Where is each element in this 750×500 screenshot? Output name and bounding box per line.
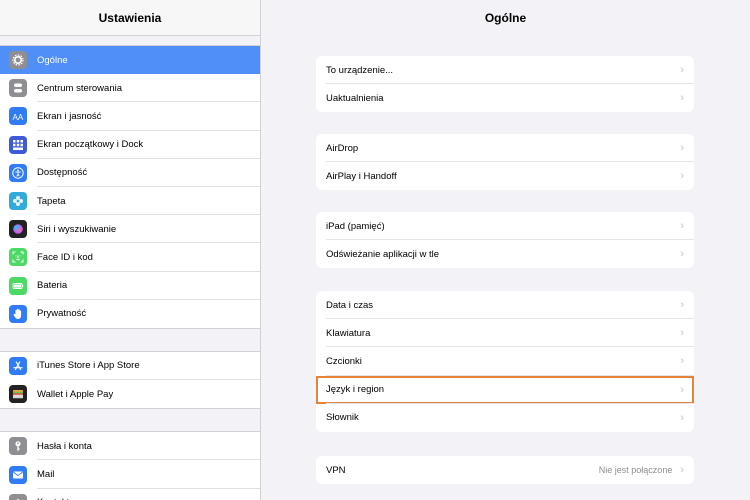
settings-row-jezyk-i-region[interactable]: Język i region › [316, 375, 694, 404]
chevron-right-icon: › [680, 220, 684, 233]
settings-row-czcionki[interactable]: Czcionki › [316, 347, 694, 376]
sidebar-item-label: Ekran i jasność [37, 110, 102, 122]
settings-group: AirDrop › AirPlay i Handoff › [316, 134, 694, 191]
sidebar-item-face-id-i-kod[interactable]: Face ID i kod [0, 243, 260, 272]
chevron-right-icon: › [680, 464, 684, 477]
sidebar-item-siri-i-wyszukiwanie[interactable]: Siri i wyszukiwanie [0, 215, 260, 244]
sidebar-item-label: Hasła i konta [37, 440, 92, 452]
settings-row-to-urzadzenie[interactable]: To urządzenie... › [316, 56, 694, 85]
sidebar-item-itunes-store-i-app-store[interactable]: iTunes Store i App Store [0, 352, 260, 381]
sidebar-item-label: Tapeta [37, 195, 66, 207]
key-icon [9, 437, 27, 456]
battery-icon [9, 276, 27, 295]
text-size-icon: AA [9, 107, 27, 126]
settings-row-airdrop[interactable]: AirDrop › [316, 134, 694, 163]
wallet-icon [9, 385, 27, 404]
hand-icon [9, 304, 27, 323]
settings-group: Data i czas › Klawiatura › Czcionki › Język i … [316, 291, 694, 432]
page-title: Ogólne [484, 11, 527, 25]
settings-row-ipad-pamiec[interactable]: iPad (pamięć) › [316, 212, 694, 241]
contacts-icon [9, 493, 27, 500]
sidebar-item-dostepnosc[interactable]: Dostępność [0, 159, 260, 188]
settings-row-vpn[interactable]: VPN Nie jest połączone › [316, 456, 694, 484]
settings-row-label: Klawiatura [326, 327, 371, 339]
settings-group: VPN Nie jest połączone › [316, 456, 694, 485]
settings-row-uaktualnienia[interactable]: Uaktualnienia › [316, 84, 694, 112]
sidebar-item-kontakty[interactable]: Kontakty [0, 489, 260, 500]
sidebar-item-label: Ekran początkowy i Dock [37, 139, 144, 151]
svg-text:AA: AA [13, 113, 24, 122]
face-id-icon [9, 248, 27, 267]
sidebar-group: iTunes Store i App Store Wallet i Apple P… [0, 350, 260, 410]
gear-icon [9, 51, 27, 70]
sidebar-item-label: Wallet i Apple Pay [37, 388, 114, 400]
settings-row-data-i-czas[interactable]: Data i czas › [316, 291, 694, 320]
sidebar: Ustawienia Ogólne Centrum sterowania AA Ekr… [0, 0, 261, 500]
settings-row-label: Słownik [326, 412, 359, 424]
sidebar-item-label: Prywatność [37, 308, 87, 320]
sidebar-group: Hasła i konta Mail Kontakty [0, 431, 260, 500]
chevron-right-icon: › [680, 383, 684, 396]
settings-row-label: AirPlay i Handoff [326, 170, 397, 182]
chevron-right-icon: › [680, 299, 684, 312]
grid-icon [9, 135, 27, 154]
main-panel: Ogólne To urządzenie... › Uaktualnienia › Ai… [261, 0, 750, 500]
settings-row-label: Język i region [326, 384, 385, 396]
settings-row-value: Nie jest połączone [598, 465, 673, 476]
app-store-icon [9, 356, 27, 375]
sidebar-group: Ogólne Centrum sterowania AA Ekran i jasnoś… [0, 45, 260, 329]
sidebar-item-label: Bateria [37, 280, 68, 292]
settings-row-label: Data i czas [326, 299, 373, 311]
chevron-right-icon: › [680, 411, 684, 424]
mail-icon [9, 465, 27, 484]
toggles-icon [9, 79, 27, 98]
sidebar-item-label: Ogólne [37, 54, 68, 66]
settings-row-label: VPN [326, 464, 346, 476]
sidebar-item-ekran-i-jasnosc[interactable]: AA Ekran i jasność [0, 102, 260, 131]
sidebar-item-tapeta[interactable]: Tapeta [0, 187, 260, 216]
sidebar-item-ekran-poczatkowy-i-dock[interactable]: Ekran początkowy i Dock [0, 131, 260, 159]
sidebar-item-bateria[interactable]: Bateria [0, 272, 260, 300]
chevron-right-icon: › [680, 355, 684, 368]
sidebar-item-wallet-i-apple-pay[interactable]: Wallet i Apple Pay [0, 380, 260, 408]
sidebar-item-ogolne[interactable]: Ogólne [0, 46, 260, 75]
chevron-right-icon: › [680, 64, 684, 77]
sidebar-item-label: Face ID i kod [37, 251, 93, 263]
settings-row-label: Czcionki [326, 355, 362, 367]
chevron-right-icon: › [680, 170, 684, 183]
sidebar-item-label: iTunes Store i App Store [37, 360, 140, 372]
sidebar-item-label: Mail [37, 469, 55, 481]
chevron-right-icon: › [680, 92, 684, 105]
settings-row-slownik[interactable]: Słownik › [316, 404, 694, 432]
chevron-right-icon: › [680, 142, 684, 155]
chevron-right-icon: › [680, 327, 684, 340]
settings-row-label: Odświeżanie aplikacji w tle [326, 248, 439, 260]
settings-row-label: Uaktualnienia [326, 92, 384, 104]
sidebar-item-hasla-i-konta[interactable]: Hasła i konta [0, 432, 260, 461]
sidebar-item-label: Siri i wyszukiwanie [37, 223, 117, 235]
settings-row-label: To urządzenie... [326, 64, 394, 76]
settings-group: iPad (pamięć) › Odświeżanie aplikacji w tl… [316, 212, 694, 269]
sidebar-item-label: Dostępność [37, 167, 88, 179]
accessibility-icon [9, 163, 27, 182]
settings-row-airplay-i-handoff[interactable]: AirPlay i Handoff › [316, 162, 694, 190]
settings-row-klawiatura[interactable]: Klawiatura › [316, 319, 694, 348]
settings-row-label: iPad (pamięć) [326, 220, 385, 232]
sidebar-title: Ustawienia [0, 0, 260, 36]
chevron-right-icon: › [680, 248, 684, 261]
sidebar-groups: Ogólne Centrum sterowania AA Ekran i jasnoś… [0, 45, 260, 500]
settings-row-label: AirDrop [326, 142, 359, 154]
sidebar-item-centrum-sterowania[interactable]: Centrum sterowania [0, 74, 260, 103]
sidebar-item-prywatnosc[interactable]: Prywatność [0, 300, 260, 328]
siri-icon [9, 220, 27, 239]
sidebar-item-mail[interactable]: Mail [0, 460, 260, 489]
sidebar-item-label: Centrum sterowania [37, 82, 123, 94]
settings-row-odswiezanie-aplikacji-w-tle[interactable]: Odświeżanie aplikacji w tle › [316, 240, 694, 268]
settings-group: To urządzenie... › Uaktualnienia › [316, 56, 694, 113]
flower-icon [9, 192, 27, 211]
